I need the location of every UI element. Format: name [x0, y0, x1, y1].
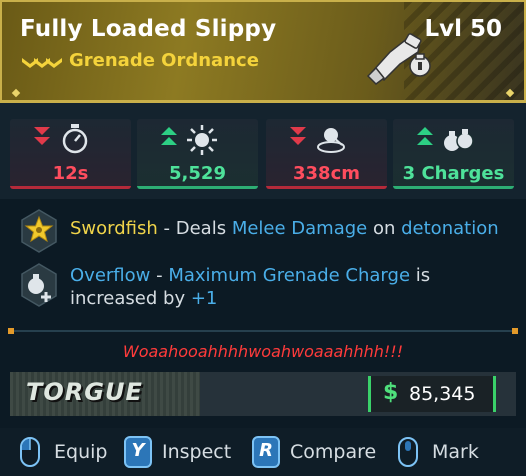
flavor-text: Woaahooahhhhwoahwoaaahhhh!!!	[122, 342, 404, 361]
section-divider	[12, 330, 514, 332]
key-y-icon: Y	[124, 436, 152, 468]
divider-end-marker	[8, 328, 14, 334]
action-label: Equip	[54, 441, 108, 463]
grenade-ordnance-icon	[366, 33, 431, 85]
action-bar: Equip Y Inspect R Compare Mark	[0, 428, 526, 476]
currency-icon: $	[383, 380, 399, 405]
grenade-charges-icon	[444, 129, 474, 151]
perk-description: Overflow - Maximum Grenade Charge is inc…	[70, 264, 510, 310]
stats-area: 12s 5,529 338cm 3 Charges	[0, 103, 526, 199]
price-display: $ 85,345	[368, 376, 496, 412]
perk-swordfish: Swordfish - Deals Melee Damage on detona…	[12, 208, 512, 256]
perk-text-segment: - Deals	[157, 218, 232, 239]
manufacturer-name: TORGUE	[26, 378, 143, 406]
stat-decrease-arrows-icon	[34, 127, 50, 145]
price-value: 85,345	[409, 383, 476, 405]
action-label: Compare	[290, 441, 377, 463]
perk-overflow: Overflow - Maximum Grenade Charge is inc…	[12, 262, 512, 314]
perk-keyword: Melee Damage	[231, 218, 368, 239]
header-corner-marker	[11, 88, 21, 98]
stat-increase-arrows-icon	[161, 127, 177, 145]
stat-decrease-arrows-icon	[290, 127, 306, 145]
stat-value: 3 Charges	[402, 163, 505, 184]
perk-text-segment: on	[367, 218, 402, 239]
overflow-grenade-plus-icon	[21, 263, 57, 307]
stat-value: 12s	[52, 163, 89, 184]
manufacturer-logo: TORGUE	[10, 372, 200, 416]
stat-fuse-time: 12s	[10, 119, 131, 189]
maker-price-bar: TORGUE $ 85,345	[10, 372, 516, 416]
divider-end-marker	[512, 328, 518, 334]
perk-keyword: detonation	[401, 218, 499, 239]
stat-increase-arrows-icon	[417, 127, 433, 145]
key-r-icon: R	[252, 436, 280, 468]
action-label: Inspect	[162, 441, 232, 463]
action-label: Mark	[432, 441, 479, 463]
perk-keyword: +1	[190, 288, 218, 309]
stat-radius: 338cm	[266, 119, 387, 189]
rarity-chevrons-icon	[22, 58, 62, 68]
mouse-left-click-icon	[20, 437, 40, 467]
stat-value: 338cm	[293, 163, 360, 184]
perk-name: Overflow	[70, 265, 151, 286]
stat-damage: 5,529	[137, 119, 258, 189]
item-name: Fully Loaded Slippy	[20, 16, 277, 42]
stopwatch-icon	[62, 124, 88, 154]
stat-value: 5,529	[169, 163, 226, 184]
perk-name: Swordfish	[70, 218, 158, 239]
item-header: Fully Loaded Slippy Lvl 50 Grenade Ordna…	[0, 0, 526, 103]
stat-charges: 3 Charges	[393, 119, 514, 189]
item-type: Grenade Ordnance	[69, 50, 259, 71]
damage-burst-icon	[187, 125, 217, 155]
perk-keyword: Maximum Grenade Charge	[168, 265, 411, 286]
radius-icon	[317, 128, 345, 153]
swordfish-star-icon	[21, 209, 57, 253]
perk-text-segment: -	[150, 265, 169, 286]
perk-description: Swordfish - Deals Melee Damage on detona…	[70, 217, 510, 240]
mouse-middle-click-icon	[398, 437, 418, 467]
